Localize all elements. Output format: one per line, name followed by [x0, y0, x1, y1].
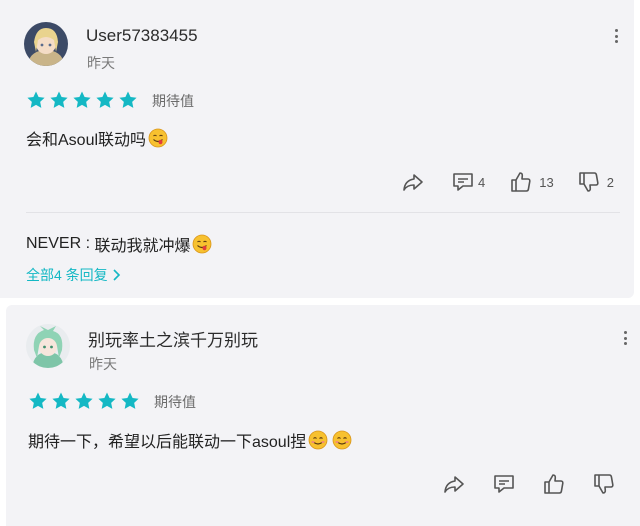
kebab-menu-icon[interactable]: [611, 26, 621, 46]
star-rating: [26, 90, 138, 110]
thumbs-up-icon: [511, 172, 531, 192]
kebab-menu-icon[interactable]: [620, 328, 630, 348]
comment-card: 别玩率土之滨千万别玩 昨天 期待值 期待一下，希望以后能联动一下asoul捏: [6, 305, 640, 526]
like-button[interactable]: [542, 472, 566, 496]
reply-preview: NEVER : 联动我就冲爆: [26, 232, 212, 256]
star-icon: [75, 392, 93, 409]
thumbs-down-icon: [594, 474, 614, 494]
smiling-blush-emoji: [308, 430, 328, 450]
dislike-count: 2: [606, 174, 614, 190]
reply-button[interactable]: [492, 472, 516, 496]
share-button[interactable]: [442, 472, 466, 496]
comment-text: 会和Asoul联动吗: [26, 126, 168, 150]
comment-text-body: 会和Asoul联动吗: [26, 132, 147, 149]
view-all-replies-link[interactable]: 全部4 条回复: [26, 265, 121, 285]
comment-text: 期待一下，希望以后能联动一下asoul捏: [28, 428, 352, 452]
smiling-tongue-emoji: [148, 128, 168, 148]
smiling-tongue-emoji: [193, 234, 212, 254]
dislike-button[interactable]: 2: [577, 170, 614, 194]
share-icon: [444, 476, 464, 493]
star-icon: [119, 91, 137, 108]
share-icon: [403, 174, 423, 191]
comment-icon: [494, 475, 514, 493]
reply-count-button[interactable]: 4: [451, 170, 485, 194]
star-icon: [50, 91, 68, 108]
comment-actions: [442, 472, 616, 496]
star-icon: [121, 392, 139, 409]
reply-text: 联动我就冲爆: [94, 238, 191, 255]
like-button[interactable]: 13: [509, 170, 554, 194]
reply-count: 4: [478, 174, 486, 190]
star-icon: [73, 91, 91, 108]
username[interactable]: User57383455: [86, 26, 198, 46]
like-count: 13: [539, 174, 554, 190]
star-icon: [27, 91, 45, 108]
view-all-replies-label: 全部4 条回复: [26, 267, 108, 283]
star-icon: [96, 91, 114, 108]
share-button[interactable]: [401, 170, 425, 194]
divider: [26, 212, 620, 213]
comment-actions: 4 13 2: [401, 170, 614, 194]
username[interactable]: 别玩率土之滨千万别玩: [88, 326, 258, 351]
smiling-blush-emoji: [332, 430, 352, 450]
avatar[interactable]: [26, 324, 70, 368]
star-rating: [28, 391, 140, 411]
avatar[interactable]: [24, 22, 68, 66]
comment-text-body: 期待一下，希望以后能联动一下asoul捏: [28, 434, 307, 451]
comment-time: 昨天: [89, 356, 117, 372]
reply-author[interactable]: NEVER: [26, 235, 81, 253]
rating-label: 期待值: [152, 93, 194, 109]
comment-icon: [453, 173, 473, 191]
comment-card: User57383455 昨天 期待值 会和Asoul联动吗 4 13 2 NE…: [0, 0, 634, 298]
star-icon: [52, 392, 70, 409]
thumbs-up-icon: [544, 474, 564, 494]
rating-label: 期待值: [154, 394, 196, 410]
star-icon: [98, 392, 116, 409]
dislike-button[interactable]: [592, 472, 616, 496]
star-icon: [29, 392, 47, 409]
reply-separator: :: [81, 235, 95, 252]
comment-time: 昨天: [87, 55, 115, 71]
thumbs-down-icon: [578, 172, 599, 192]
chevron-right-icon: [113, 269, 120, 281]
